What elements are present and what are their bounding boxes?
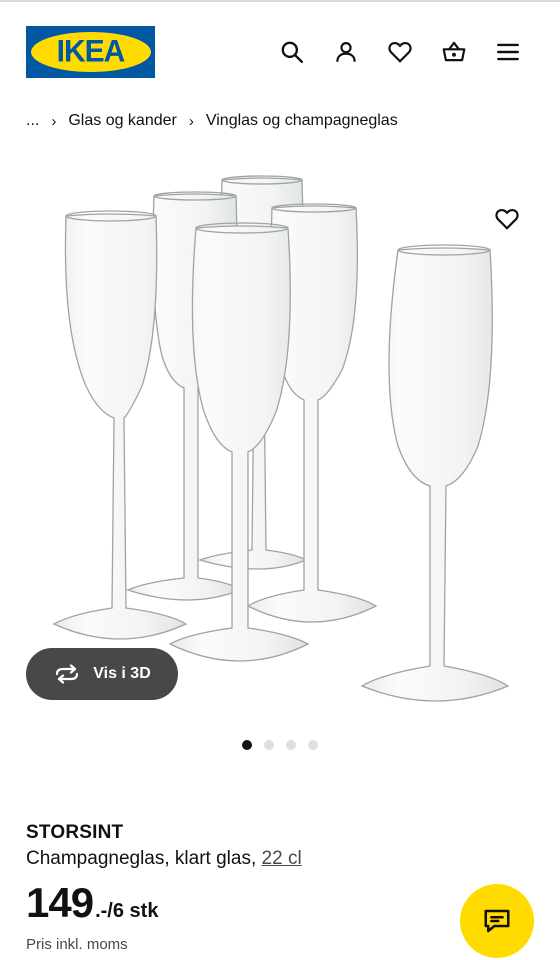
chat-button[interactable] bbox=[460, 884, 534, 958]
carousel-dot[interactable] bbox=[286, 740, 296, 750]
product-description: Champagneglas, klart glas, 22 cl bbox=[26, 848, 302, 870]
breadcrumb-item-vinglas[interactable]: Vinglas og champagneglas bbox=[206, 112, 398, 130]
carousel-dot[interactable] bbox=[308, 740, 318, 750]
account-icon[interactable] bbox=[332, 38, 360, 66]
heart-icon[interactable] bbox=[386, 38, 414, 66]
header-icons bbox=[278, 38, 522, 66]
logo-oval: IKEA bbox=[30, 32, 151, 72]
glass-right bbox=[360, 244, 510, 702]
rotate-3d-icon bbox=[56, 664, 79, 684]
carousel-dot[interactable] bbox=[264, 740, 274, 750]
price-note: Pris inkl. moms bbox=[26, 936, 128, 953]
ikea-logo[interactable]: IKEA bbox=[26, 26, 155, 78]
champagne-glasses-image bbox=[52, 175, 510, 702]
product-description-text: Champagneglas, klart glas, bbox=[26, 848, 257, 869]
favourite-heart-icon[interactable] bbox=[492, 204, 522, 234]
chat-icon bbox=[484, 909, 510, 933]
breadcrumb-ellipsis[interactable]: ... bbox=[26, 112, 39, 130]
chevron-right-icon: › bbox=[51, 112, 57, 130]
menu-icon[interactable] bbox=[494, 38, 522, 66]
product-name: STORSINT bbox=[26, 822, 124, 843]
carousel-dots bbox=[242, 740, 318, 750]
view-in-3d-button[interactable]: Vis i 3D bbox=[26, 648, 178, 700]
chevron-right-icon: › bbox=[188, 112, 194, 130]
header: IKEA bbox=[0, 20, 560, 84]
view-in-3d-label: Vis i 3D bbox=[93, 665, 151, 682]
product-image[interactable]: Vis i 3D bbox=[0, 150, 560, 730]
product-size-link[interactable]: 22 cl bbox=[262, 848, 302, 869]
breadcrumb-item-glas-og-kander[interactable]: Glas og kander bbox=[68, 112, 177, 130]
top-divider bbox=[0, 0, 560, 2]
basket-icon[interactable] bbox=[440, 38, 468, 66]
product-price: 149 .-/6 stk bbox=[26, 880, 158, 926]
price-integer: 149 bbox=[26, 879, 94, 926]
carousel-dot-active[interactable] bbox=[242, 740, 252, 750]
logo-text: IKEA bbox=[56, 34, 126, 69]
breadcrumb: ... › Glas og kander › Vinglas og champa… bbox=[26, 112, 398, 130]
price-unit: .-/6 stk bbox=[95, 900, 159, 922]
search-icon[interactable] bbox=[278, 38, 306, 66]
